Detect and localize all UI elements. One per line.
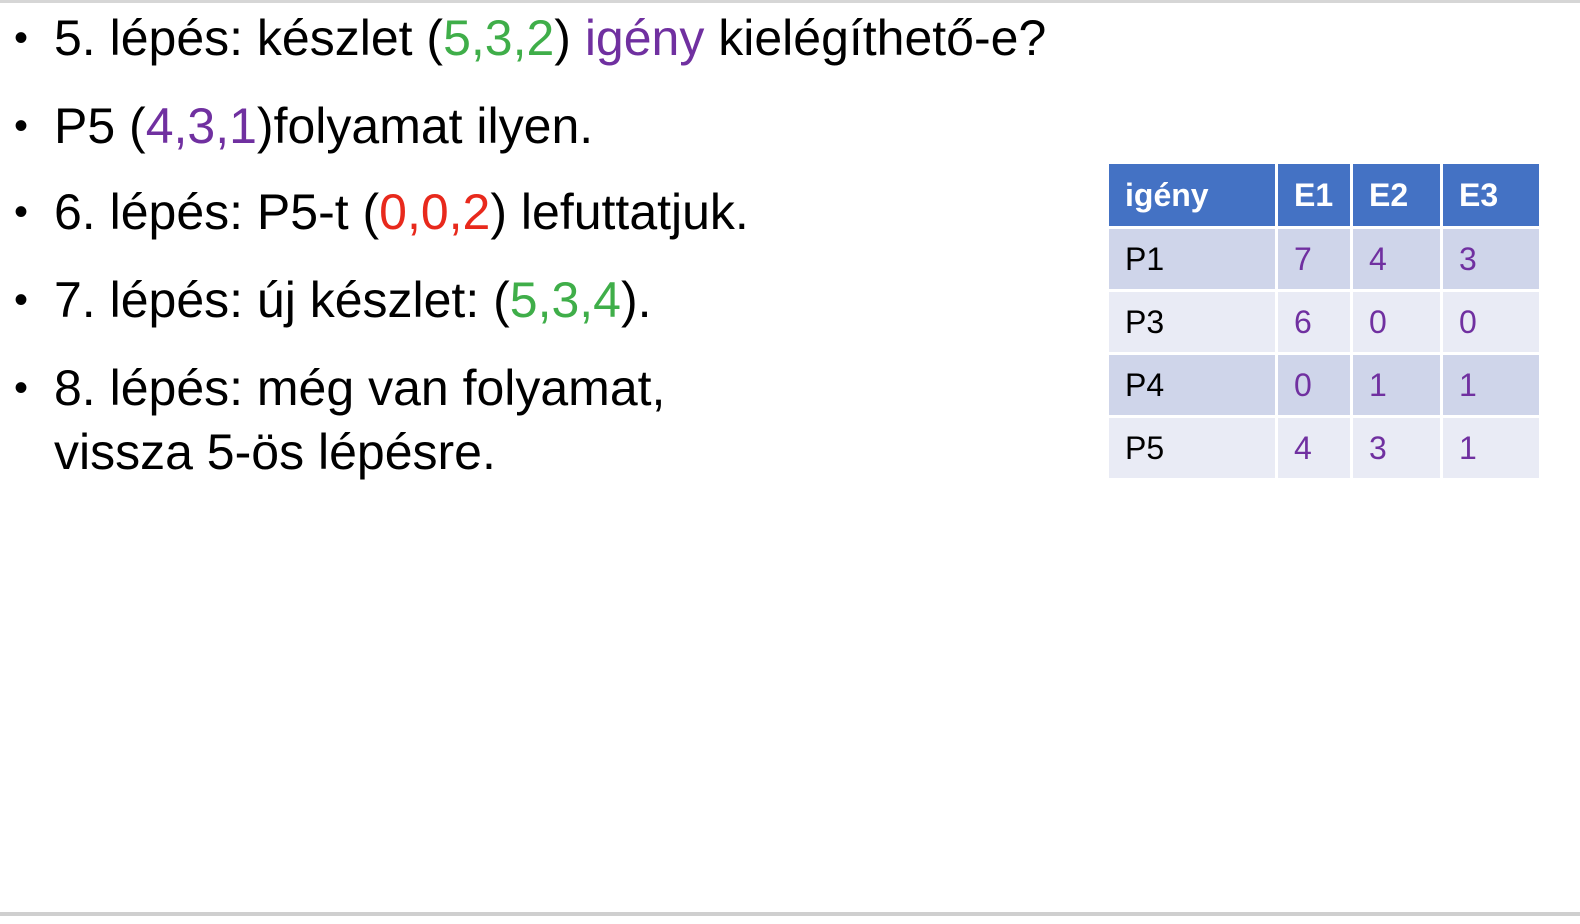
value-cell: 3: [1353, 418, 1440, 478]
value-cell: 4: [1353, 229, 1440, 289]
bullet-step-7: • 7. lépés: új készlet: (5,3,4).: [14, 268, 652, 332]
header-cell-e3: E3: [1443, 164, 1539, 226]
text-run: 6. lépés: P5-t (: [54, 184, 380, 240]
value-cell: 0: [1443, 292, 1539, 352]
text-run: 7. lépés: új készlet: (: [54, 272, 510, 328]
value-cell: 4: [1278, 418, 1350, 478]
text-run: )folyamat ilyen.: [256, 98, 594, 154]
bullet-text-line-1: 8. lépés: még van folyamat,: [54, 360, 666, 416]
bullet-step-5: • 5. lépés: készlet (5,3,2) igény kielég…: [14, 6, 1046, 70]
process-name-cell: P5: [1109, 418, 1275, 478]
header-cell-igeny: igény: [1109, 164, 1275, 226]
table-row: P4 0 1 1: [1109, 355, 1539, 415]
bullet-text: 6. lépés: P5-t (0,0,2) lefuttatjuk.: [54, 180, 749, 244]
process-name-cell: P3: [1109, 292, 1275, 352]
value-cell: 1: [1353, 355, 1440, 415]
bullet-dot: •: [14, 104, 29, 148]
allocation-vector: 0,0,2: [379, 184, 491, 240]
bullet-dot: •: [14, 16, 29, 60]
bullet-dot: •: [14, 278, 29, 322]
resource-vector: 5,3,2: [443, 10, 555, 66]
bottom-border: [0, 912, 1580, 916]
bullet-dot: •: [14, 190, 29, 234]
process-name-cell: P1: [1109, 229, 1275, 289]
header-cell-e2: E2: [1353, 164, 1440, 226]
request-vector: 4,3,1: [145, 98, 257, 154]
header-cell-e1: E1: [1278, 164, 1350, 226]
text-run: P5 (: [54, 98, 146, 154]
table-header-row: igény E1 E2 E3: [1109, 164, 1539, 226]
bullet-step-6: • 6. lépés: P5-t (0,0,2) lefuttatjuk.: [14, 180, 749, 244]
table-row: P1 7 4 3: [1109, 229, 1539, 289]
table-row: P3 6 0 0: [1109, 292, 1539, 352]
bullet-dot: •: [14, 366, 29, 410]
bullet-step-8: • 8. lépés: még van folyamat, vissza 5-ö…: [14, 356, 665, 484]
request-term: igény: [584, 10, 705, 66]
value-cell: 6: [1278, 292, 1350, 352]
process-name-cell: P4: [1109, 355, 1275, 415]
value-cell: 0: [1278, 355, 1350, 415]
value-cell: 1: [1443, 355, 1539, 415]
bullet-text-line-2: vissza 5-ös lépésre.: [54, 424, 496, 480]
resource-vector: 5,3,4: [509, 272, 621, 328]
bullet-text: 7. lépés: új készlet: (5,3,4).: [54, 268, 652, 332]
text-run: ) lefuttatjuk.: [490, 184, 749, 240]
top-border: [0, 0, 1580, 3]
text-run: 5. lépés: készlet (: [54, 10, 444, 66]
request-table: igény E1 E2 E3 P1 7 4 3 P3 6 0 0 P4 0 1 …: [1106, 161, 1542, 481]
value-cell: 7: [1278, 229, 1350, 289]
text-run: kielégíthető-e?: [704, 10, 1047, 66]
text-run: ): [554, 10, 585, 66]
text-run: ).: [620, 272, 652, 328]
value-cell: 0: [1353, 292, 1440, 352]
table-row: P5 4 3 1: [1109, 418, 1539, 478]
value-cell: 1: [1443, 418, 1539, 478]
bullet-text: P5 (4,3,1)folyamat ilyen.: [54, 94, 593, 158]
bullet-text: 5. lépés: készlet (5,3,2) igény kielégít…: [54, 6, 1046, 70]
value-cell: 3: [1443, 229, 1539, 289]
bullet-p5-process: • P5 (4,3,1)folyamat ilyen.: [14, 94, 593, 158]
